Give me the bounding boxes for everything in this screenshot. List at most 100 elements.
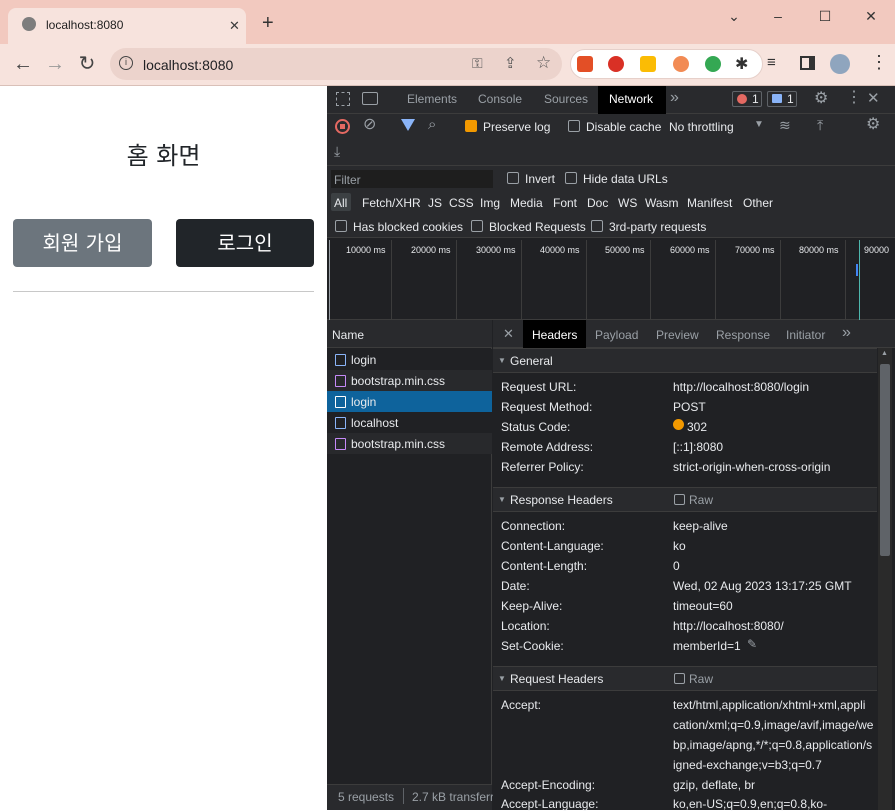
raw-checkbox[interactable] [674,494,685,505]
tab-initiator[interactable]: Initiator [786,328,825,342]
header-value: text/html,application/xhtml+xml,appli [673,698,866,712]
name-column-header[interactable]: Name [332,328,364,342]
browser-tab[interactable] [8,8,246,44]
html5-extension-icon[interactable] [577,56,593,72]
media-control-icon[interactable]: ≡ [767,54,776,71]
timeline-gridline [715,240,716,320]
timeline-gridline [780,240,781,320]
network-settings-icon[interactable]: ⚙ [866,117,880,133]
header-name: Content-Length: [501,559,588,573]
search-icon[interactable]: ⌕ [428,117,436,132]
preserve-log-checkbox[interactable] [465,120,477,132]
back-button[interactable]: ← [10,53,36,77]
timeline-tick-label: 60000 ms [670,245,710,255]
filter-type-font[interactable]: Font [553,196,577,210]
reload-button[interactable]: ↻ [74,53,100,77]
header-value: 0 [673,559,680,573]
document-icon [335,417,346,429]
minimize-button[interactable]: – [768,8,788,24]
error-count: 1 [752,92,759,106]
scrollbar-thumb[interactable] [880,364,890,556]
timeline-tick-label: 50000 ms [605,245,645,255]
filter-type-js[interactable]: JS [428,196,442,210]
close-details-icon[interactable]: ✕ [503,327,514,341]
share-icon[interactable]: ⇪ [504,54,517,72]
new-tab-button[interactable]: + [262,13,274,33]
js-extension-icon[interactable] [705,56,721,72]
tab-network[interactable]: Network [609,92,653,106]
filter-type-fetch-xhr[interactable]: Fetch/XHR [362,196,421,210]
image-extension-icon[interactable] [640,56,656,72]
filter-type-ws[interactable]: WS [618,196,637,210]
network-conditions-icon[interactable]: ≋ [779,118,791,132]
header-value: POST [673,400,706,414]
clear-icon[interactable]: ⊘ [363,117,376,133]
general-title: General [510,354,553,368]
filter-type-css[interactable]: CSS [449,196,474,210]
tab-title: localhost:8080 [46,18,124,32]
profile-avatar-icon[interactable] [830,54,850,74]
filter-type-img[interactable]: Img [480,196,500,210]
signup-button[interactable]: 회원 가입 [13,219,152,267]
filter-type-manifest[interactable]: Manifest [687,196,732,210]
tab-search-icon[interactable]: ⌄ [724,8,744,24]
invert-checkbox[interactable] [507,172,519,184]
header-name: Status Code: [501,420,571,434]
has-blocked-cookies-checkbox[interactable] [335,220,347,232]
tab-headers[interactable]: Headers [532,328,577,342]
filter-type-media[interactable]: Media [510,196,543,210]
devtools-menu-icon[interactable]: ⋮ [846,90,862,106]
throttling-dropdown-icon[interactable]: ▼ [754,119,764,130]
tab-payload[interactable]: Payload [595,328,638,342]
more-detail-tabs-icon[interactable]: » [842,324,851,342]
key-icon[interactable]: ⚿ [472,55,483,72]
record-stop-inner [340,124,345,129]
raw-checkbox[interactable] [674,673,685,684]
close-window-button[interactable]: ✕ [861,8,881,24]
tab-preview[interactable]: Preview [656,328,699,342]
throttling-select[interactable]: No throttling [669,120,734,134]
maximize-button[interactable]: ☐ [815,8,835,24]
url-text[interactable]: localhost:8080 [143,57,233,73]
export-har-icon[interactable]: ⤓ [334,144,340,158]
menu-kebab-icon[interactable]: ⋮ [870,52,888,73]
login-button[interactable]: 로그인 [176,219,314,267]
filter-funnel-icon[interactable] [401,119,415,131]
blocked-requests-checkbox[interactable] [471,220,483,232]
filter-input-placeholder[interactable]: Filter [334,173,361,187]
raw-label: Raw [689,493,714,507]
recorder-extension-icon[interactable] [673,56,689,72]
filter-type-doc[interactable]: Doc [587,196,608,210]
edit-pencil-icon[interactable]: ✎ [747,637,757,651]
site-info-icon[interactable]: i [119,56,133,70]
message-icon [772,94,782,103]
forward-button[interactable]: → [42,53,68,77]
tab-sources[interactable]: Sources [544,92,588,106]
tab-console[interactable]: Console [478,92,522,106]
more-tabs-icon[interactable]: » [670,89,679,107]
request-name: login [351,353,377,367]
header-name: Date: [501,579,530,593]
hide-data-urls-checkbox[interactable] [565,172,577,184]
bookmark-star-icon[interactable]: ☆ [536,53,551,73]
side-panel-icon[interactable] [800,56,815,70]
tab-elements[interactable]: Elements [407,92,457,106]
adblock-extension-icon[interactable] [608,56,624,72]
header-value: timeout=60 [673,599,733,613]
device-toolbar-icon[interactable] [362,92,378,105]
filter-type-wasm[interactable]: Wasm [645,196,679,210]
filter-type-other[interactable]: Other [743,196,773,210]
header-name: Referrer Policy: [501,460,584,474]
timeline-tick-label: 90000 [864,245,890,255]
third-party-checkbox[interactable] [591,220,603,232]
inspect-element-icon[interactable] [336,92,350,106]
filter-type-all[interactable]: All [334,196,347,210]
settings-gear-icon[interactable]: ⚙ [814,91,828,107]
puzzle-extensions-icon[interactable]: ✱ [735,54,748,74]
scroll-up-arrow-icon[interactable]: ▲ [881,350,888,357]
import-har-icon[interactable]: ⤒ [817,118,823,132]
disable-cache-checkbox[interactable] [568,120,580,132]
devtools-close-icon[interactable]: ✕ [867,91,880,106]
tab-close-icon[interactable]: ✕ [229,17,240,35]
tab-response[interactable]: Response [716,328,770,342]
